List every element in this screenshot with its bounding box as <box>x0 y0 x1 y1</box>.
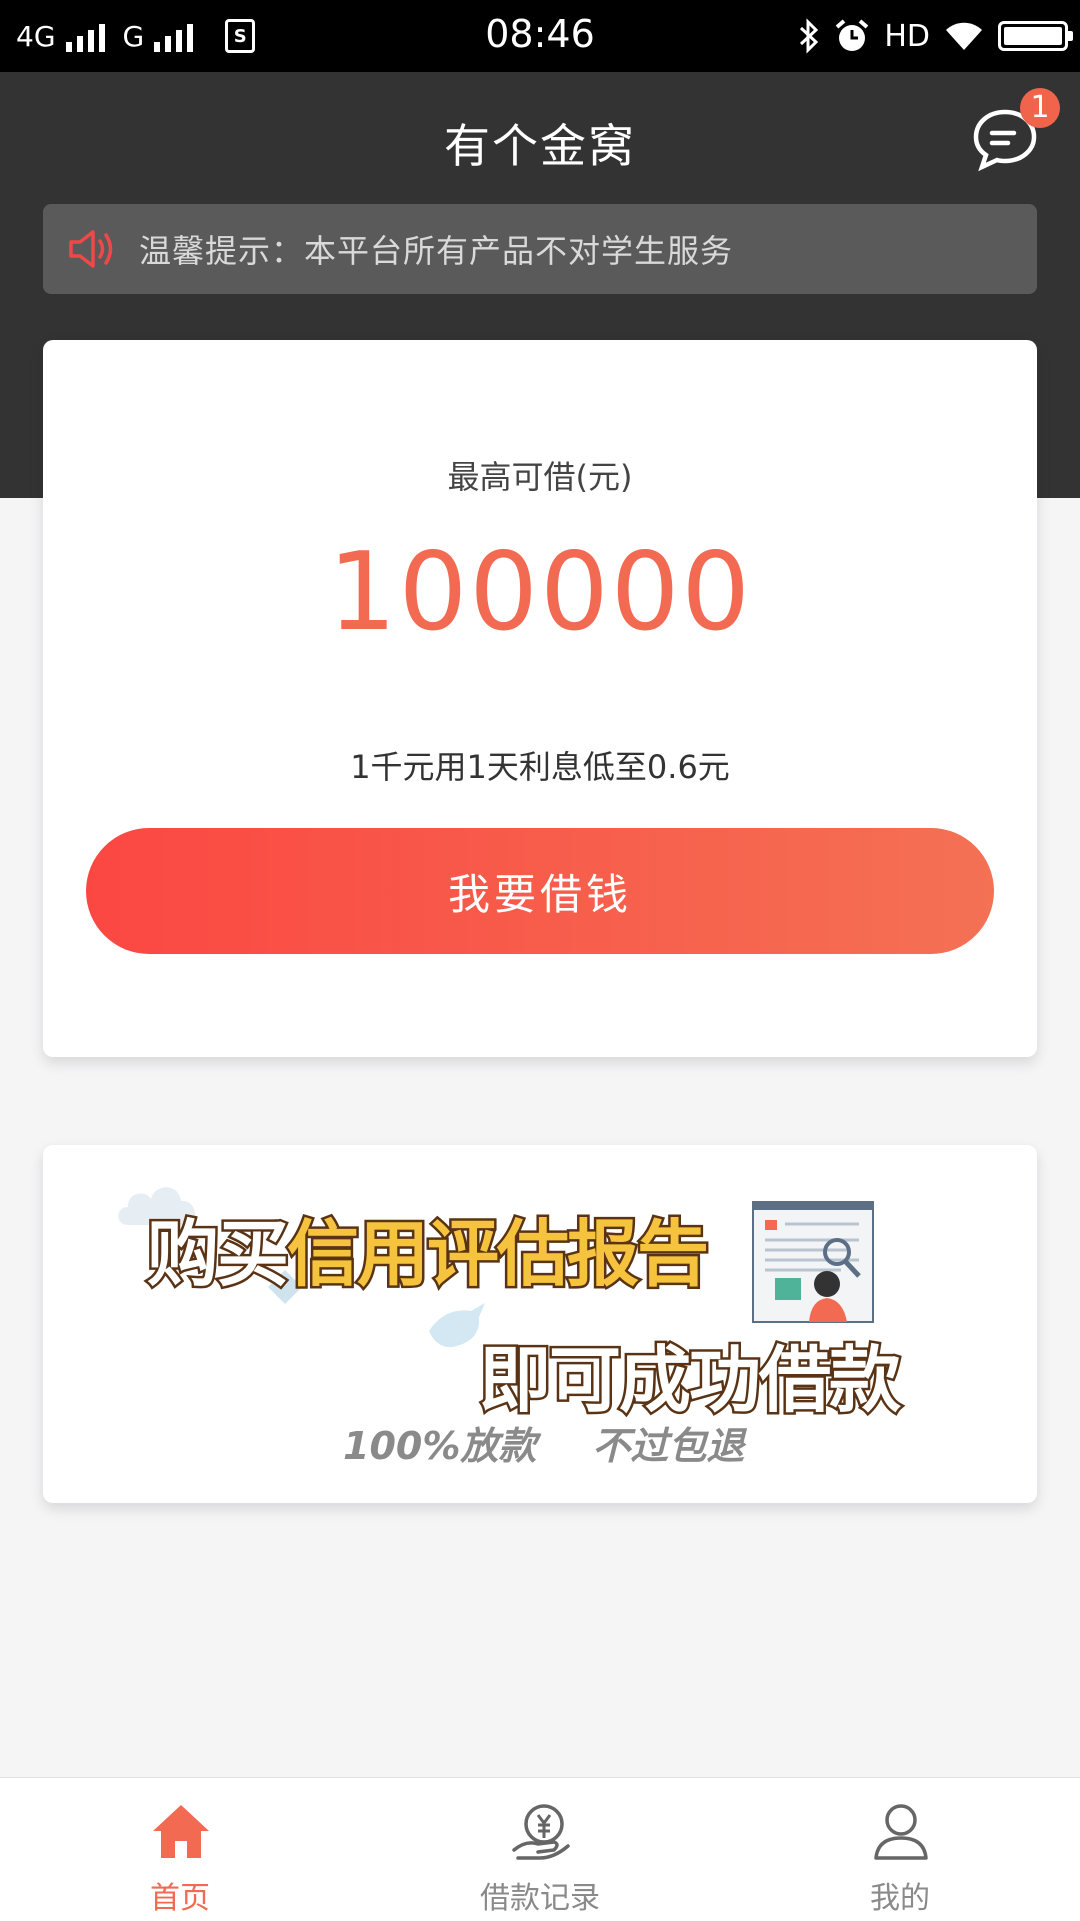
tab-loan-records[interactable]: 借款记录 <box>360 1778 720 1921</box>
max-loan-label: 最高可借(元) <box>447 458 633 496</box>
user-icon <box>874 1804 928 1860</box>
page-title: 有个金窝 <box>444 119 636 173</box>
speaker-icon <box>69 230 113 268</box>
max-loan-amount: 100000 <box>327 530 753 655</box>
bottom-tab-bar: 首页 借款记录 我的 <box>0 1777 1080 1921</box>
banner-headline-1: 购买信用评估报告 <box>144 1195 712 1300</box>
loan-card: 最高可借(元) 100000 1千元用1天利息低至0.6元 我要借钱 <box>43 340 1037 1057</box>
banner-headline-1-yellow: 信用评估报告 <box>285 1210 712 1299</box>
tab-mine[interactable]: 我的 <box>720 1778 1080 1921</box>
notice-text: 温馨提示：本平台所有产品不对学生服务 <box>139 232 734 270</box>
banner-subtitle: 100%放款 不过包退 <box>343 1415 800 1470</box>
credit-report-illustration <box>752 1201 874 1323</box>
credit-report-banner[interactable]: 购买信用评估报告 即可成功借款 100%放款 不过包退 <box>43 1145 1037 1503</box>
message-badge: 1 <box>1020 88 1060 128</box>
notice-bar: 温馨提示：本平台所有产品不对学生服务 <box>43 204 1037 294</box>
tab-home-label: 首页 <box>150 1881 210 1916</box>
home-icon <box>153 1805 209 1858</box>
hd-label: HD <box>884 18 930 54</box>
loan-record-icon <box>512 1804 570 1860</box>
tab-loan-records-label: 借款记录 <box>480 1881 600 1916</box>
alarm-icon <box>836 19 869 51</box>
battery-icon <box>998 21 1073 51</box>
tab-mine-label: 我的 <box>870 1881 930 1916</box>
wifi-icon <box>946 22 982 50</box>
status-bar: 4G G S 08:46 HD <box>0 0 1080 72</box>
status-right: HD <box>798 14 1073 58</box>
borrow-button[interactable]: 我要借钱 <box>86 828 994 954</box>
interest-rate-text: 1千元用1天利息低至0.6元 <box>350 748 730 786</box>
banner-headline-2: 即可成功借款 <box>476 1336 903 1425</box>
bluetooth-icon <box>800 18 819 54</box>
tab-home[interactable]: 首页 <box>0 1778 360 1921</box>
banner-headline-1-white: 购买 <box>144 1210 291 1299</box>
banner-sub-2: 不过包退 <box>592 1424 745 1468</box>
banner-sub-1: 100%放款 <box>343 1424 537 1468</box>
